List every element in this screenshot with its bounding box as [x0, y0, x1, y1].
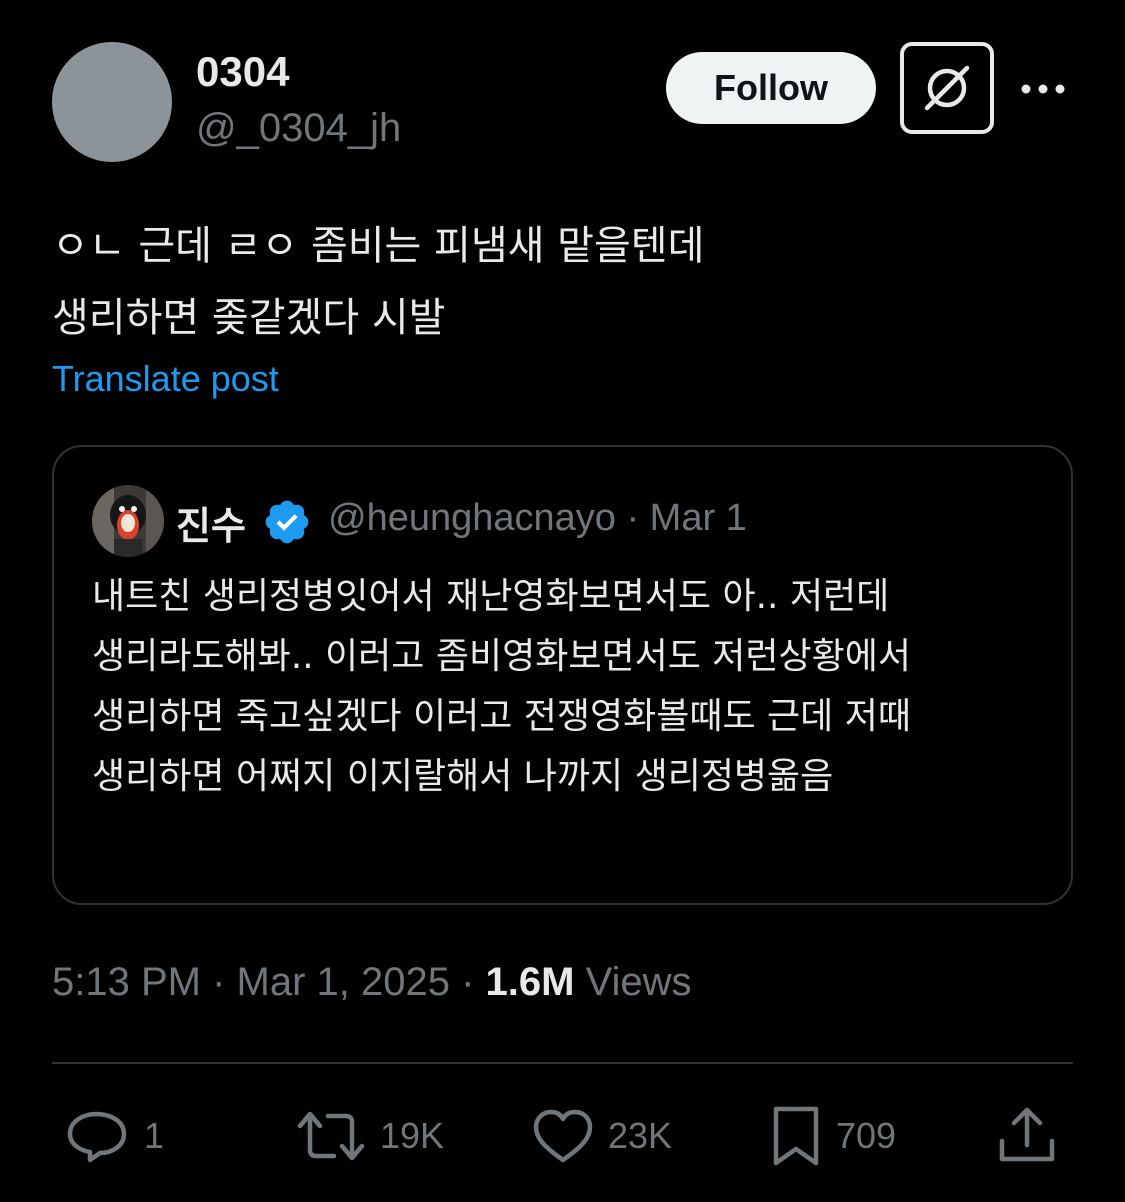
divider	[52, 1062, 1073, 1064]
share-icon	[999, 1107, 1055, 1162]
repost-count: 19K	[380, 1115, 445, 1156]
post-meta: 5:13 PM · Mar 1, 2025 · 1.6M Views	[52, 960, 692, 1005]
views-label: Views	[574, 960, 692, 1004]
quote-text: 내트친 생리정병잇어서 재난영화보면서도 아.. 저런데 생리라도해봐.. 이러…	[92, 576, 911, 797]
like-button[interactable]: 23K	[532, 1100, 672, 1172]
share-button[interactable]	[996, 1100, 1058, 1172]
reply-icon	[67, 1111, 127, 1163]
reply-button[interactable]: 1	[66, 1100, 164, 1172]
more-icon	[1021, 84, 1065, 94]
quote-author-display-name[interactable]: 진수	[176, 495, 246, 550]
bookmark-count: 709	[836, 1115, 897, 1156]
author-avatar[interactable]	[52, 42, 172, 162]
reply-count: 1	[144, 1115, 165, 1156]
more-options-button[interactable]	[1018, 64, 1068, 114]
quote-author-avatar[interactable]	[92, 485, 164, 557]
bookmark-icon	[773, 1106, 819, 1166]
action-bar: 1 19K 23K 709	[0, 1100, 1125, 1172]
post-text: ㅇㄴ 근데 ㄹㅇ 좀비는 피냄새 맡을텐데 생리하면 좆같겠다 시발	[52, 223, 705, 341]
like-count: 23K	[608, 1115, 673, 1156]
heart-icon	[533, 1109, 593, 1163]
bookmark-button[interactable]: 709	[770, 1100, 896, 1172]
author-handle[interactable]: @_0304_jh	[196, 106, 401, 151]
repost-button[interactable]: 19K	[296, 1100, 444, 1172]
translate-post-link[interactable]: Translate post	[52, 358, 279, 400]
follow-button[interactable]: Follow	[666, 52, 876, 124]
views-count: 1.6M	[485, 960, 575, 1004]
verified-badge-icon	[265, 500, 309, 544]
author-display-name[interactable]: 0304	[196, 48, 289, 96]
quoted-post[interactable]: 진수 @heunghacnayo · Mar 1 내트친 생리정병잇어서 재난영…	[52, 445, 1073, 905]
repost-icon	[297, 1111, 365, 1161]
grok-button[interactable]	[900, 42, 994, 134]
post-timestamp[interactable]: 5:13 PM · Mar 1, 2025 ·	[52, 960, 486, 1004]
post-header: 0304 @_0304_jh Follow	[52, 42, 1082, 164]
quote-author-handle-date[interactable]: @heunghacnayo · Mar 1	[328, 497, 747, 540]
grok-icon	[924, 65, 970, 111]
quote-avatar-image	[92, 485, 164, 557]
